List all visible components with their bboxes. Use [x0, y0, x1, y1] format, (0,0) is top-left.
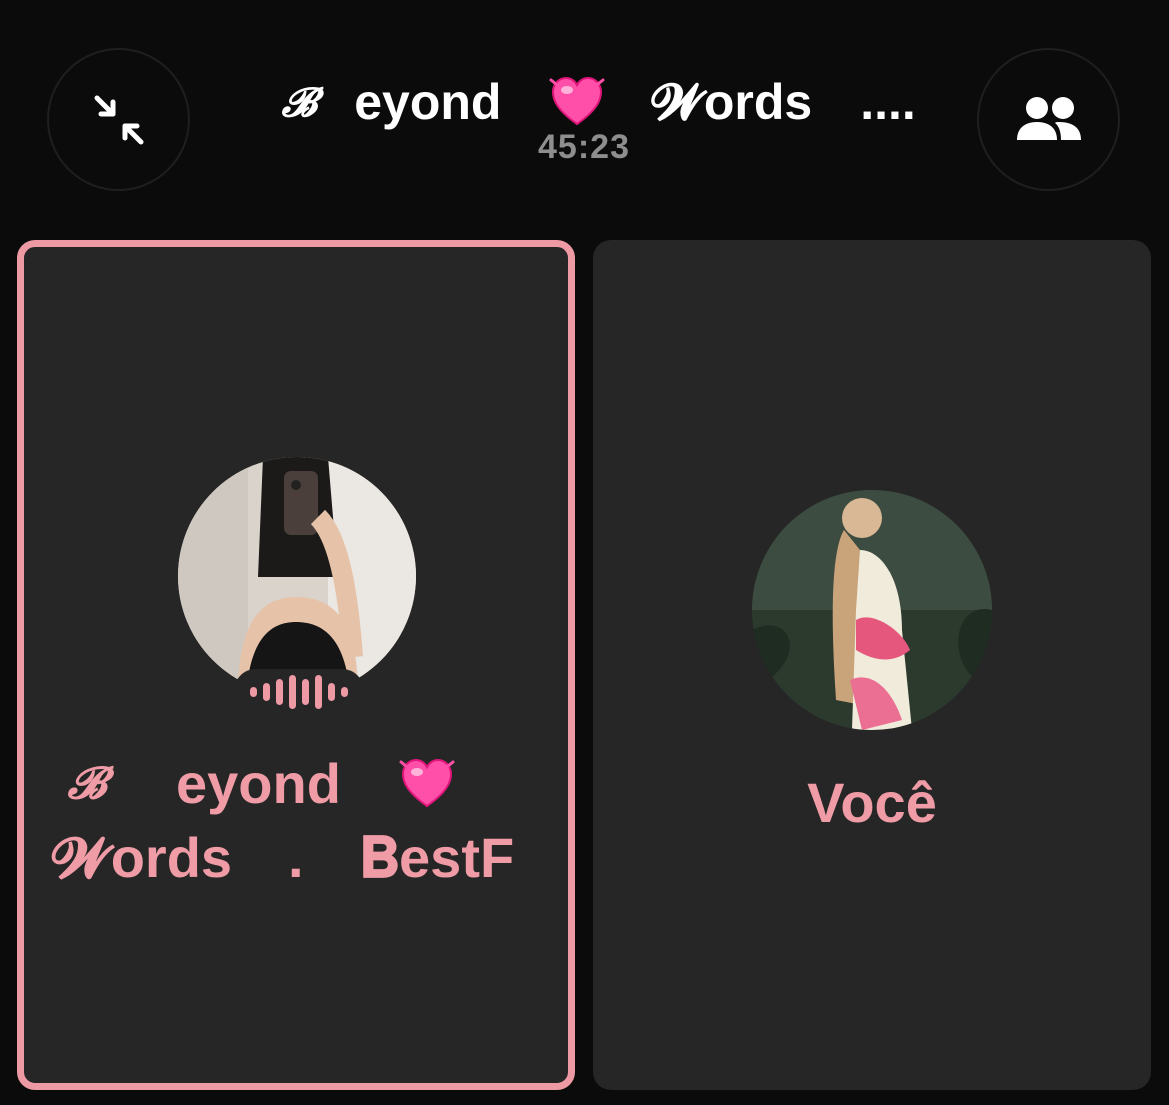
speaking-indicator: [234, 669, 364, 715]
name-part-bestf: 𝐁estF: [359, 826, 515, 889]
name-part-dot: .: [288, 826, 304, 889]
people-icon: [1013, 92, 1085, 148]
title-part-ellipsis: ....: [860, 74, 916, 130]
sparkling-heart-icon: [547, 72, 607, 132]
self-photo: [752, 490, 992, 730]
participants-button[interactable]: [977, 48, 1120, 191]
call-timer: 45:23: [538, 128, 630, 166]
self-name: Você: [807, 771, 937, 834]
minimize-call-button[interactable]: [47, 48, 190, 191]
self-avatar: [752, 490, 992, 730]
sparkling-heart-icon: [397, 754, 457, 814]
participant-tile-active[interactable]: 𝓑 eyond 𝓦ords . 𝐁estF: [17, 240, 575, 1090]
title-part-eyond: eyond: [354, 74, 502, 130]
video-call-screen: 𝓑 eyond 𝓦ords .... 45:23 𝓑 eyond 𝓦ords .…: [0, 0, 1169, 1105]
self-tile[interactable]: Você: [593, 240, 1151, 1090]
title-part-words: 𝓦ords: [651, 73, 813, 130]
title-part-b: 𝓑: [281, 78, 317, 126]
participant-name: 𝓑 eyond 𝓦ords . 𝐁estF: [52, 737, 552, 905]
name-part-words: 𝓦ords: [52, 826, 233, 889]
minimize-arrows-icon: [91, 92, 147, 148]
participant-photo: [178, 457, 416, 695]
participant-avatar: [178, 457, 416, 695]
